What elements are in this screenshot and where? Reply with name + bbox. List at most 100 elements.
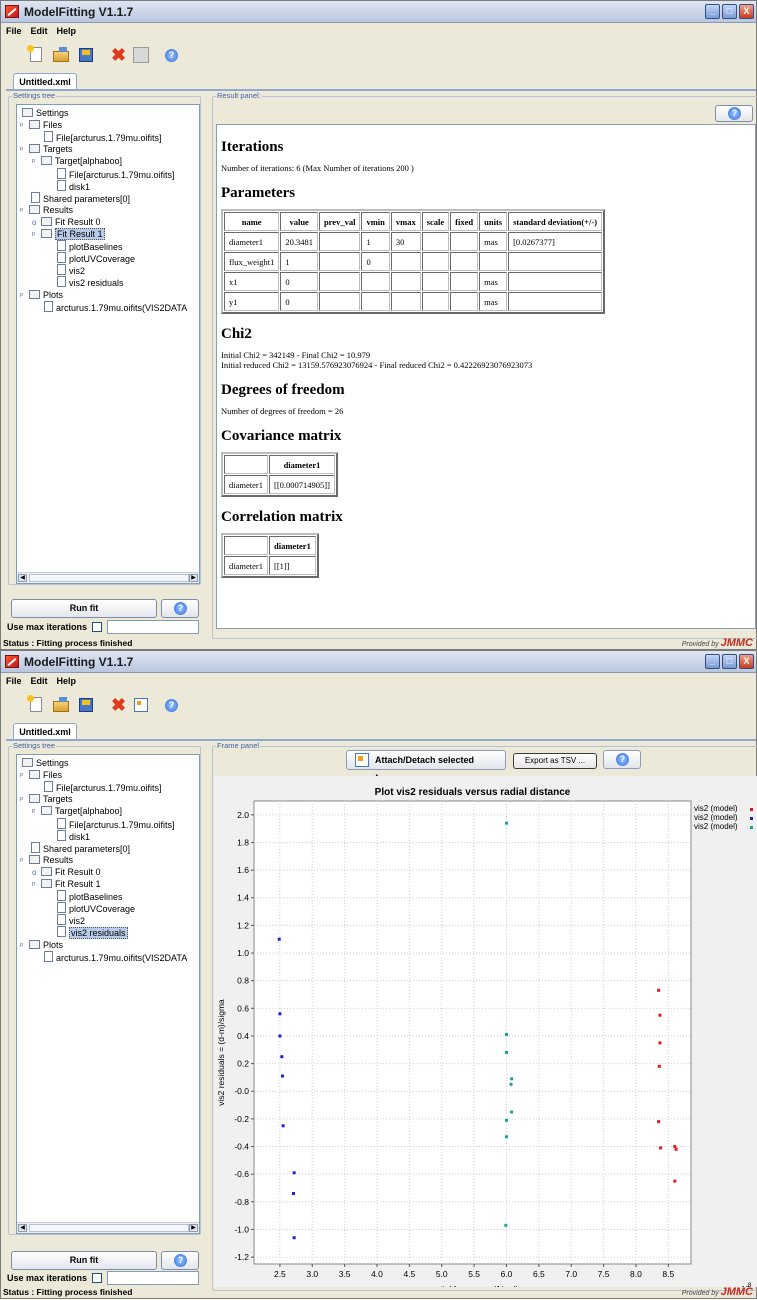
- run-fit-help-button[interactable]: ?: [161, 599, 199, 618]
- tree-node[interactable]: ᵖ Target[alphaboo]: [32, 805, 122, 817]
- settings-tree[interactable]: Settings ᵖ Files File[arcturus.1.79mu.oifit…: [16, 754, 200, 1234]
- export-tsv-button[interactable]: Export as TSV ...: [513, 753, 597, 769]
- menu-help[interactable]: Help: [57, 24, 77, 38]
- tree-node[interactable]: Settings: [20, 107, 69, 119]
- tree-node[interactable]: arcturus.1.79mu.oifits(VIS2DATA: [32, 950, 187, 963]
- delete-button[interactable]: ✖: [109, 45, 129, 65]
- tree-node[interactable]: vis2 residuals: [45, 276, 124, 288]
- open-file-button[interactable]: [51, 695, 71, 715]
- close-button[interactable]: X: [739, 4, 754, 19]
- tree-node[interactable]: o Fit Result 0: [32, 216, 101, 228]
- tree-node[interactable]: ᵖ Target[alphaboo]: [32, 155, 122, 167]
- scroll-right-arrow-icon[interactable]: ▶: [189, 574, 198, 582]
- run-fit-button[interactable]: Run fit: [11, 1251, 157, 1270]
- max-iterations-input[interactable]: [107, 620, 199, 634]
- tree-node[interactable]: disk1: [45, 179, 90, 192]
- minimize-button[interactable]: _: [705, 654, 720, 669]
- tree-expander-icon[interactable]: ᵖ: [20, 770, 27, 782]
- help-button[interactable]: ?: [161, 45, 181, 65]
- use-max-iterations-checkbox[interactable]: [92, 1273, 102, 1283]
- y-tick-label: -1.2: [234, 1252, 249, 1262]
- title-bar[interactable]: ModelFitting V1.1.7 _ □ X: [1, 651, 756, 673]
- tree-node[interactable]: File[arcturus.1.79mu.oifits]: [32, 781, 162, 793]
- y-tick-label: -0.0: [234, 1086, 249, 1096]
- tree-expander-icon[interactable]: ᵖ: [32, 879, 39, 891]
- tree-node[interactable]: disk1: [45, 829, 90, 842]
- tree-expander-icon[interactable]: ᵖ: [20, 120, 27, 132]
- tree-node[interactable]: vis2: [45, 264, 85, 276]
- tree-node[interactable]: ᵖ Plots: [20, 289, 63, 301]
- tree-node[interactable]: Settings: [20, 757, 69, 769]
- tree-node[interactable]: ᵖ Fit Result 1: [32, 228, 105, 240]
- tree-node[interactable]: ᵖ Targets: [20, 143, 73, 155]
- tree-node[interactable]: ᵖ Fit Result 1: [32, 878, 101, 890]
- delete-button[interactable]: ✖: [109, 695, 129, 715]
- frame-select-button[interactable]: [131, 695, 151, 715]
- tree-node[interactable]: o Fit Result 0: [32, 866, 101, 878]
- tree-node[interactable]: File[arcturus.1.79mu.oifits]: [45, 167, 175, 180]
- scroll-thumb[interactable]: [29, 1224, 189, 1232]
- maximize-button[interactable]: □: [722, 4, 737, 19]
- new-file-button[interactable]: [26, 45, 46, 65]
- attach-detach-button[interactable]: Attach/Detach selected frames: [346, 750, 506, 783]
- menu-help[interactable]: Help: [57, 674, 77, 688]
- title-bar[interactable]: ModelFitting V1.1.7 _ □ X: [1, 1, 756, 23]
- menu-file[interactable]: File: [6, 674, 22, 688]
- tree-node[interactable]: vis2 residuals: [45, 926, 128, 940]
- save-button[interactable]: [76, 45, 96, 65]
- tree-expander-icon[interactable]: ᵖ: [20, 290, 27, 302]
- scroll-left-arrow-icon[interactable]: ◀: [18, 1224, 27, 1232]
- help-icon: ?: [174, 602, 187, 615]
- tree-node[interactable]: File[arcturus.1.79mu.oifits]: [45, 817, 175, 830]
- residuals-plot[interactable]: 2.5 3.0 3.5 4.0 4.5 5.0 5.5 6.0 6.5 7.0 7.5 8.0 8.5 2…: [214, 776, 757, 1294]
- tree-expander-icon[interactable]: ᵖ: [20, 794, 27, 806]
- tree-node[interactable]: ᵖ Files: [20, 769, 62, 781]
- tab-untitled-xml[interactable]: Untitled.xml: [13, 73, 77, 90]
- tree-expander-icon[interactable]: ᵖ: [20, 855, 27, 867]
- help-button[interactable]: ?: [161, 695, 181, 715]
- tree-node[interactable]: ᵖ Files: [20, 119, 62, 131]
- tab-untitled-xml[interactable]: Untitled.xml: [13, 723, 77, 740]
- tree-horizontal-scrollbar[interactable]: ◀ ▶: [17, 1222, 199, 1233]
- max-iterations-input[interactable]: [107, 1271, 199, 1285]
- tree-horizontal-scrollbar[interactable]: ◀ ▶: [17, 572, 199, 583]
- open-file-button[interactable]: [51, 45, 71, 65]
- tree-expander-icon[interactable]: ᵖ: [32, 156, 39, 168]
- settings-tree[interactable]: Settings ᵖ Files File[arcturus.1.79mu.oifit…: [16, 104, 200, 584]
- tree-expander-icon[interactable]: ᵖ: [32, 806, 39, 818]
- tree-expander-icon[interactable]: ᵖ: [20, 205, 27, 217]
- tree-expander-icon[interactable]: ᵖ: [20, 940, 27, 952]
- tree-node[interactable]: vis2: [45, 914, 85, 926]
- tree-node[interactable]: plotBaselines: [45, 890, 123, 902]
- scroll-right-arrow-icon[interactable]: ▶: [189, 1224, 198, 1232]
- run-fit-help-button[interactable]: ?: [161, 1251, 199, 1270]
- menu-edit[interactable]: Edit: [31, 24, 48, 38]
- use-max-iterations-checkbox[interactable]: [92, 622, 102, 632]
- frame-select-button[interactable]: [131, 45, 151, 65]
- maximize-button[interactable]: □: [722, 654, 737, 669]
- tree-node[interactable]: File[arcturus.1.79mu.oifits]: [32, 131, 162, 143]
- scroll-left-arrow-icon[interactable]: ◀: [18, 574, 27, 582]
- tree-expander-icon[interactable]: ᵖ: [20, 144, 27, 156]
- tree-expander-icon[interactable]: ᵖ: [32, 229, 39, 241]
- tree-node[interactable]: plotBaselines: [45, 240, 123, 252]
- menu-file[interactable]: File: [6, 24, 22, 38]
- new-file-button[interactable]: [26, 695, 46, 715]
- tree-node[interactable]: ᵖ Targets: [20, 793, 73, 805]
- scroll-thumb[interactable]: [29, 574, 189, 582]
- tree-node[interactable]: plotUVCoverage: [45, 902, 135, 914]
- tree-node[interactable]: arcturus.1.79mu.oifits(VIS2DATA: [32, 300, 187, 313]
- run-fit-button[interactable]: Run fit: [11, 599, 157, 618]
- close-button[interactable]: X: [739, 654, 754, 669]
- save-button[interactable]: [76, 695, 96, 715]
- result-help-button[interactable]: ?: [715, 105, 753, 122]
- tree-node[interactable]: Shared parameters[0]: [20, 191, 130, 204]
- tree-node[interactable]: ᵖ Plots: [20, 939, 63, 951]
- tree-node[interactable]: plotUVCoverage: [45, 252, 135, 264]
- tree-node[interactable]: Shared parameters[0]: [20, 841, 130, 854]
- tree-node[interactable]: ᵖ Results: [20, 204, 73, 216]
- minimize-button[interactable]: _: [705, 4, 720, 19]
- menu-edit[interactable]: Edit: [31, 674, 48, 688]
- frame-help-button[interactable]: ?: [603, 750, 641, 769]
- tree-node[interactable]: ᵖ Results: [20, 854, 73, 866]
